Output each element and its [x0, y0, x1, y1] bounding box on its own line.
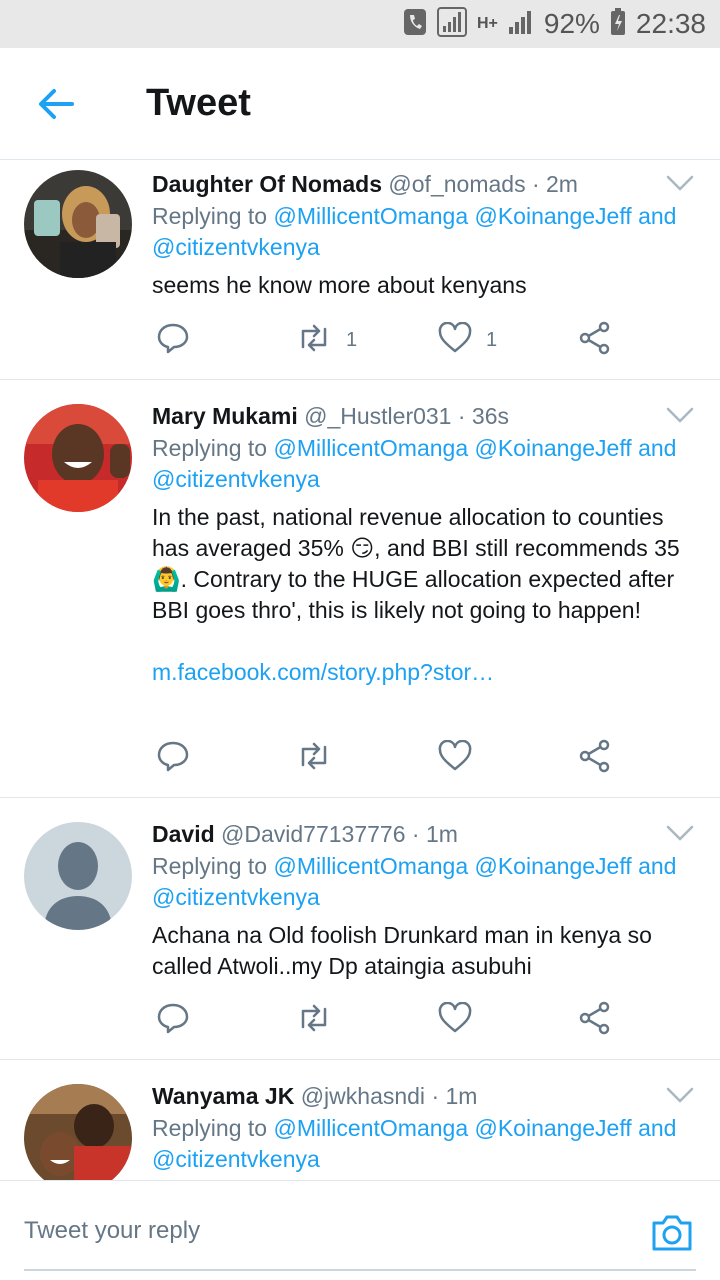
retweet-button[interactable]: 1 [296, 320, 357, 360]
avatar[interactable] [24, 404, 132, 512]
replying-prefix: Replying to [152, 1115, 268, 1141]
share-button[interactable] [578, 320, 612, 360]
tweet-item[interactable]: Daughter Of Nomads @of_nomads · 2m Reply… [0, 160, 720, 380]
retweet-count: 1 [346, 328, 358, 351]
author-name[interactable]: Daughter Of Nomads [152, 171, 382, 197]
share-icon [578, 739, 612, 778]
share-button[interactable] [578, 1000, 612, 1040]
tweet-header: Mary Mukami @_Hustler031 · 36s [152, 400, 702, 432]
battery-percent: 92% [543, 8, 600, 39]
author-name[interactable]: Wanyama JK [152, 1083, 294, 1109]
author-handle: @David77137776 [221, 821, 406, 847]
battery-icon [610, 7, 626, 41]
tweet-item[interactable]: Wanyama JK @jwkhasndi · 1m Replying to @… [0, 1060, 720, 1180]
avatar[interactable] [24, 170, 132, 278]
clock: 22:38 [635, 8, 706, 39]
tweet-time: · 1m [431, 1083, 478, 1109]
replying-to: Replying to @MillicentOmanga @KoinangeJe… [152, 851, 702, 913]
reply-icon [156, 321, 190, 360]
tweet-link[interactable]: m.facebook.com/story.php?stor… [152, 657, 702, 688]
tweet-actions [152, 1000, 632, 1040]
app-bar: Tweet [0, 48, 720, 160]
reply-button[interactable] [156, 1000, 190, 1040]
tweet-time: · 2m [531, 171, 578, 197]
status-bar: H+ 92% 22:38 [0, 0, 720, 48]
retweet-button[interactable] [296, 1000, 332, 1040]
retweet-button[interactable] [296, 738, 332, 778]
chevron-down-icon[interactable] [666, 406, 694, 424]
replying-to: Replying to @MillicentOmanga @KoinangeJe… [152, 1113, 702, 1175]
chevron-down-icon[interactable] [666, 1086, 694, 1104]
author-handle: @of_nomads [388, 171, 526, 197]
author-handle: @_Hustler031 [304, 403, 452, 429]
chevron-down-icon[interactable] [666, 824, 694, 842]
chevron-down-icon[interactable] [666, 174, 694, 192]
replying-prefix: Replying to [152, 853, 268, 879]
reply-composer: Tweet your reply [0, 1180, 720, 1280]
retweet-icon [296, 323, 332, 358]
tweet-actions: 1 1 [152, 320, 632, 360]
reply-icon [156, 739, 190, 778]
retweet-icon [296, 741, 332, 776]
camera-icon[interactable] [650, 1211, 694, 1255]
signal-icon [436, 6, 467, 42]
replying-prefix: Replying to [152, 435, 268, 461]
like-button[interactable] [438, 1000, 472, 1040]
like-icon [438, 321, 472, 359]
tweet-text: In the past, national revenue allocation… [152, 504, 687, 623]
tweet-header: Wanyama JK @jwkhasndi · 1m [152, 1080, 702, 1112]
reply-input[interactable]: Tweet your reply [24, 1217, 200, 1245]
avatar[interactable] [24, 1084, 132, 1180]
reply-button[interactable] [156, 738, 190, 778]
page-title: Tweet [146, 82, 251, 124]
phone-icon [403, 8, 427, 41]
back-arrow-icon[interactable] [36, 84, 76, 124]
replying-prefix: Replying to [152, 203, 268, 229]
tweet-item[interactable]: David @David77137776 · 1m Replying to @M… [0, 798, 720, 1060]
share-icon [578, 1001, 612, 1040]
tweet-header: Daughter Of Nomads @of_nomads · 2m [152, 168, 702, 200]
signal-strength-icon [508, 9, 534, 40]
tweet-actions [152, 738, 632, 778]
reply-button[interactable] [156, 320, 190, 360]
author-name[interactable]: David [152, 821, 215, 847]
like-icon [438, 1001, 472, 1039]
tweet-text: Achana na Old foolish Drunkard man in ke… [152, 922, 659, 979]
like-count: 1 [486, 328, 498, 351]
share-button[interactable] [578, 738, 612, 778]
tweet-header: David @David77137776 · 1m [152, 818, 702, 850]
retweet-icon [296, 1003, 332, 1038]
input-underline [24, 1269, 696, 1271]
tweet-time: · 36s [457, 403, 510, 429]
like-button[interactable] [438, 738, 472, 778]
tweet-text: seems he know more about kenyans [152, 272, 527, 298]
like-button[interactable]: 1 [438, 320, 497, 360]
tweet-time: · 1m [411, 821, 458, 847]
like-icon [438, 739, 472, 777]
replying-to: Replying to @MillicentOmanga @KoinangeJe… [152, 433, 702, 495]
network-type: H+ [476, 15, 498, 32]
reply-icon [156, 1001, 190, 1040]
author-handle: @jwkhasndi [300, 1083, 426, 1109]
share-icon [578, 321, 612, 360]
author-name[interactable]: Mary Mukami [152, 403, 298, 429]
tweet-item[interactable]: Mary Mukami @_Hustler031 · 36s Replying … [0, 380, 720, 798]
replying-to: Replying to @MillicentOmanga @KoinangeJe… [152, 201, 702, 263]
avatar[interactable] [24, 822, 132, 930]
